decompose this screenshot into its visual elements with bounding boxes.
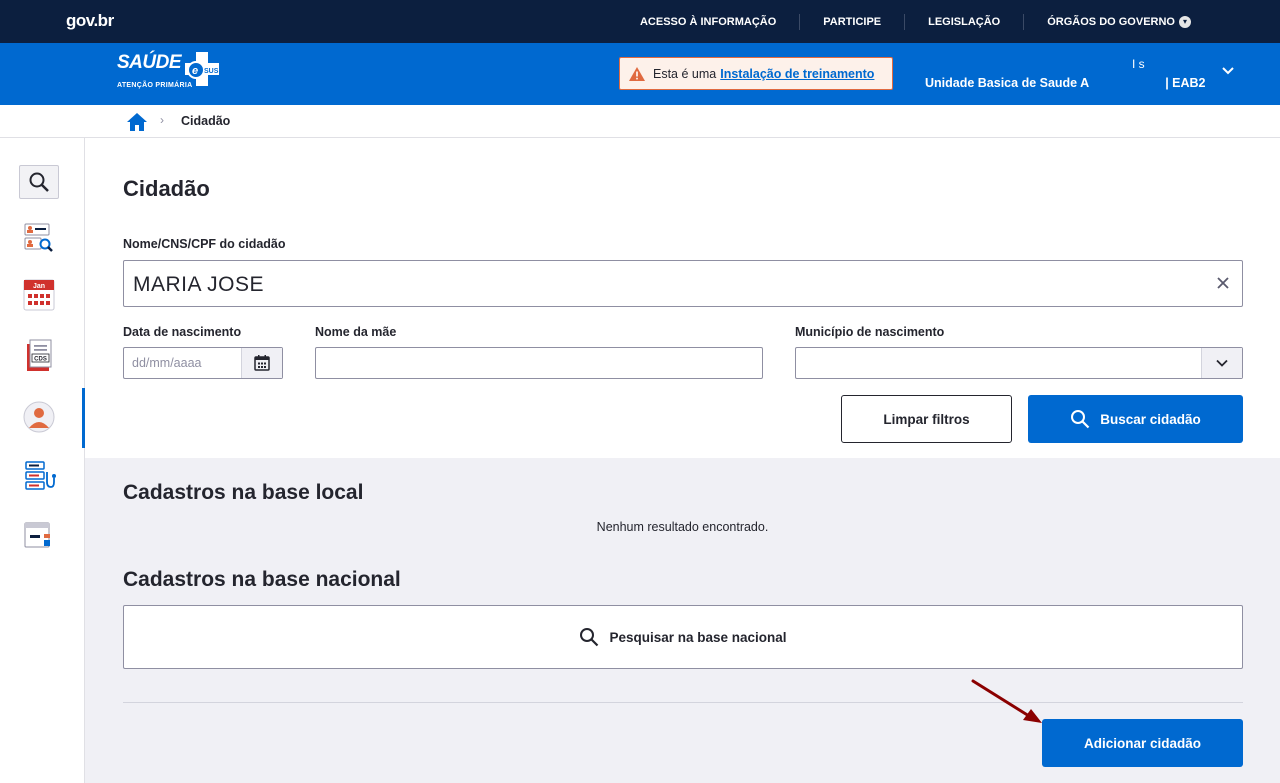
gov-link-participe[interactable]: PARTICIPE [799, 13, 904, 30]
search-icon [29, 172, 49, 192]
close-icon[interactable] [1214, 274, 1232, 292]
cds-icon: CDS [27, 339, 52, 371]
birth-city-label: Município de nascimento [795, 325, 945, 339]
gov-link-orgaos-label: ÓRGÃOS DO GOVERNO [1047, 15, 1175, 28]
user-unit: Unidade Basica de Saude A | EAB2 [925, 76, 1206, 90]
chevron-right-icon: › [160, 113, 164, 127]
search-national-button[interactable]: Pesquisar na base nacional [123, 605, 1243, 669]
sidebar: Jan CDS [0, 138, 85, 783]
birth-date-input[interactable]: dd/mm/aaaa [123, 347, 283, 379]
esus-badge: SUS [204, 68, 219, 75]
annotation-arrow-icon [971, 679, 1042, 723]
app-logo[interactable]: SAÚDE e SUS ATENÇÃO PRIMÁRIA [117, 52, 221, 89]
alert-text: Esta é uma [653, 66, 717, 81]
svg-text:e: e [192, 65, 198, 77]
birth-date-placeholder: dd/mm/aaaa [132, 356, 202, 370]
calendar-button[interactable] [241, 348, 282, 378]
citizen-icon [23, 401, 55, 433]
search-icon [1071, 410, 1090, 429]
local-empty-message: Nenhum resultado encontrado. [596, 520, 769, 534]
chevron-down-icon[interactable] [1220, 63, 1236, 79]
sidebar-item-citizen[interactable] [19, 400, 59, 434]
search-citizen-label: Buscar cidadão [1100, 411, 1201, 427]
gov-logo[interactable]: gov.br [66, 11, 114, 31]
gov-link-orgaos[interactable]: ÓRGÃOS DO GOVERNO ▾ [1023, 13, 1214, 30]
sidebar-item-admin[interactable] [19, 518, 59, 552]
user-unit-name: Unidade Basica de Saude A [925, 76, 1090, 90]
mother-name-input[interactable] [315, 347, 763, 379]
sidebar-item-agenda[interactable]: Jan [19, 278, 59, 312]
brand-name: SAÚDE [117, 52, 182, 73]
gov-link-legislacao[interactable]: LEGISLAÇÃO [904, 13, 1023, 30]
app-header: SAÚDE e SUS ATENÇÃO PRIMÁRIA Esta é uma … [0, 43, 1280, 105]
gov-links: ACESSO À INFORMAÇÃO PARTICIPE LEGISLAÇÃO… [617, 0, 1214, 43]
birth-city-dropdown-button[interactable] [1201, 348, 1242, 378]
calendar-label: Jan [33, 283, 45, 290]
sidebar-item-cds[interactable]: CDS [19, 338, 59, 372]
search-national-label: Pesquisar na base nacional [609, 629, 787, 645]
search-citizen-button[interactable]: Buscar cidadão [1028, 395, 1243, 443]
mother-name-label: Nome da mãe [315, 325, 397, 339]
warning-icon [629, 66, 645, 81]
divider [123, 702, 1243, 703]
search-icon [580, 628, 599, 647]
breadcrumb: › Cidadão [0, 105, 1280, 138]
training-alert: Esta é uma Instalação de treinamento [619, 57, 893, 90]
main-content: Cidadão Nome/CNS/CPF do cidadão MARIA JO… [85, 138, 1280, 783]
citizen-search-icon [24, 223, 53, 252]
sidebar-item-citizen-list[interactable] [19, 220, 59, 254]
home-icon[interactable] [126, 112, 148, 132]
calendar-icon [254, 355, 270, 371]
local-results-title: Cadastros na base local [123, 481, 364, 504]
sidebar-item-attendance[interactable] [19, 460, 59, 494]
citizen-name-value: MARIA JOSE [133, 273, 265, 296]
attendance-icon [25, 461, 56, 490]
chevron-down-icon [1216, 359, 1228, 367]
add-citizen-button[interactable]: Adicionar cidadão [1042, 719, 1243, 767]
national-results-title: Cadastros na base nacional [123, 568, 401, 591]
breadcrumb-current: Cidadão [181, 114, 231, 128]
sidebar-item-search[interactable] [19, 165, 59, 199]
search-section: Cidadão Nome/CNS/CPF do cidadão MARIA JO… [85, 138, 1280, 458]
citizen-name-input[interactable]: MARIA JOSE [123, 260, 1243, 307]
gov-link-acesso[interactable]: ACESSO À INFORMAÇÃO [617, 14, 799, 30]
esus-logo-icon: e SUS [183, 52, 221, 86]
cds-label: CDS [34, 357, 47, 363]
user-name: I s [1132, 57, 1145, 71]
clear-filters-button[interactable]: Limpar filtros [841, 395, 1012, 443]
birth-date-label: Data de nascimento [123, 325, 242, 339]
gov-bar: gov.br ACESSO À INFORMAÇÃO PARTICIPE LEG… [0, 0, 1280, 43]
user-team: | EAB2 [1165, 76, 1206, 90]
birth-city-select[interactable] [795, 347, 1243, 379]
calendar-icon: Jan [23, 279, 55, 311]
admin-icon [24, 522, 50, 548]
page-title: Cidadão [123, 176, 210, 201]
results-section: Cadastros na base local Nenhum resultado… [85, 458, 1280, 783]
name-field-label: Nome/CNS/CPF do cidadão [123, 237, 286, 251]
training-link[interactable]: Instalação de treinamento [720, 67, 874, 81]
chevron-down-icon: ▾ [1179, 15, 1191, 28]
